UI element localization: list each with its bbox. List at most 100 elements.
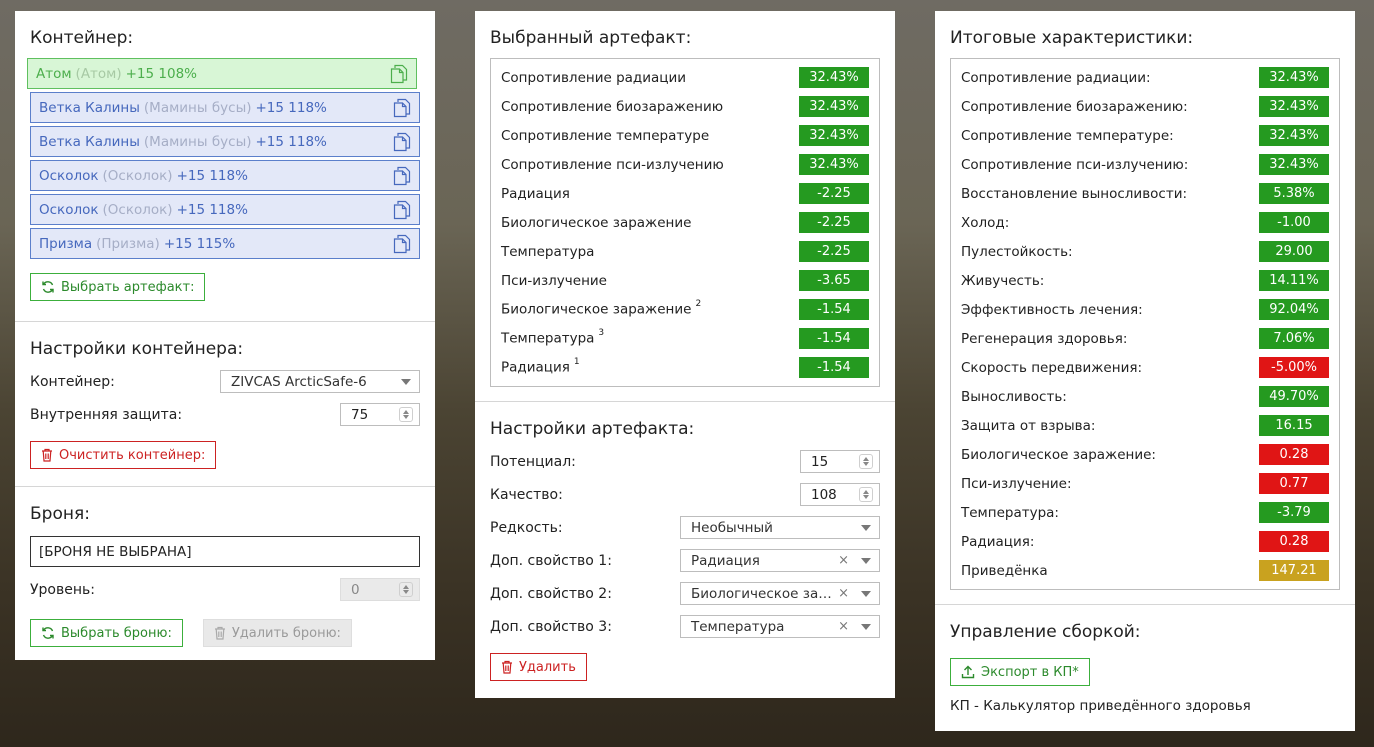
selected-artifact-title: Выбранный артефакт: (490, 28, 692, 48)
stat-value: 0.28 (1259, 531, 1329, 552)
stat-label-text: Сопротивление пси-излучению (501, 156, 724, 173)
container-item[interactable]: Атом (Атом) +15 108% (27, 58, 417, 89)
prop2-value: Биологическое за… (691, 585, 832, 602)
container-type-label: Контейнер: (30, 373, 115, 390)
left-panel: Контейнер: Атом (Атом) +15 108% Ветка Калин… (15, 11, 435, 660)
container-type-row: Контейнер: ZIVCAS ArcticSafe-6 (30, 365, 420, 398)
stat-label: Биологическое заражение 2 (501, 299, 702, 318)
artifact-alt-name: (Осколок) (102, 201, 173, 218)
clear-icon[interactable]: × (838, 586, 849, 601)
potential-label: Потенциал: (490, 453, 576, 470)
delete-artifact-button[interactable]: Удалить (490, 653, 587, 681)
quality-input[interactable]: 108 (800, 483, 880, 506)
stat-label-text: Защита от взрыва: (961, 417, 1096, 434)
copy-icon[interactable] (393, 98, 411, 118)
armor-value: [БРОНЯ НЕ ВЫБРАНА] (39, 543, 192, 560)
rarity-select[interactable]: Необычный (680, 516, 880, 539)
stat-row: Регенерация здоровья: 7.06% (961, 324, 1329, 353)
copy-icon[interactable] (390, 64, 408, 84)
refresh-icon (42, 281, 54, 293)
stat-label-text: Температура (501, 243, 595, 260)
stat-label: Сопротивление биозаражению (501, 99, 723, 115)
artifact-settings-title: Настройки артефакта: (490, 419, 695, 439)
protection-label: Внутренняя защита: (30, 406, 183, 423)
stat-label-text: Скорость передвижения: (961, 359, 1143, 376)
protection-input[interactable]: 75 (340, 403, 420, 426)
artifact-name: Осколок (39, 201, 99, 218)
clear-icon[interactable]: × (838, 553, 849, 568)
container-item[interactable]: Осколок (Осколок) +15 118% (30, 160, 420, 191)
stat-value: 32.43% (799, 125, 869, 146)
stat-label-text: Холод: (961, 214, 1010, 231)
container-item[interactable]: Осколок (Осколок) +15 118% (30, 194, 420, 225)
stat-footnote: 3 (598, 328, 605, 339)
stat-label-text: Пси-излучение (501, 272, 607, 289)
export-button[interactable]: Экспорт в КП* (950, 658, 1090, 686)
artifact-level: +15 118% (255, 133, 327, 150)
stat-label: Приведёнка (961, 563, 1048, 579)
armor-level-label: Уровень: (30, 581, 95, 598)
stat-label-text: Сопротивление температуре: (961, 127, 1174, 144)
stat-label: Сопротивление биозаражению: (961, 99, 1188, 115)
copy-icon[interactable] (393, 166, 411, 186)
stat-footnote: 2 (695, 299, 702, 310)
container-item[interactable]: Ветка Калины (Мамины бусы) +15 118% (30, 92, 420, 123)
clear-icon[interactable]: × (838, 619, 849, 634)
stat-value: 32.43% (799, 96, 869, 117)
stat-label-text: Сопротивление пси-излучению: (961, 156, 1189, 173)
stat-value: 0.28 (1259, 444, 1329, 465)
prop2-select[interactable]: Биологическое за… × (680, 582, 880, 605)
prop3-select[interactable]: Температура × (680, 615, 880, 638)
spinner-icon[interactable] (859, 487, 873, 502)
prop3-row: Доп. свойство 3: Температура × (490, 610, 880, 643)
stat-label-text: Сопротивление радиации: (961, 69, 1151, 86)
stat-value: -1.54 (799, 357, 869, 378)
stat-row: Сопротивление пси-излучению 32.43% (501, 150, 869, 179)
stat-label-text: Биологическое заражение (501, 214, 692, 231)
armor-field[interactable]: [БРОНЯ НЕ ВЫБРАНА] (30, 536, 420, 567)
select-artifact-button[interactable]: Выбрать артефакт: (30, 273, 206, 301)
artifact-settings-section: Настройки артефакта: Потенциал: 15 Качес… (475, 402, 895, 696)
protection-row: Внутренняя защита: 75 (30, 398, 420, 431)
artifact-level: +15 118% (176, 201, 248, 218)
copy-icon[interactable] (393, 200, 411, 220)
spinner-icon[interactable] (859, 454, 873, 469)
chevron-down-icon (861, 624, 871, 630)
copy-icon[interactable] (393, 234, 411, 254)
middle-panel: Выбранный артефакт: Сопротивление радиац… (475, 11, 895, 698)
chevron-down-icon (861, 525, 871, 531)
stat-label: Сопротивление радиации (501, 70, 686, 86)
stat-label: Температура 3 (501, 328, 605, 347)
stat-row: Температура 3 -1.54 (501, 324, 869, 353)
clear-container-label: Очистить контейнер: (59, 447, 206, 463)
stat-label-text: Температура (501, 330, 595, 347)
upload-icon (961, 665, 975, 679)
container-type-select[interactable]: ZIVCAS ArcticSafe-6 (220, 370, 420, 393)
potential-input[interactable]: 15 (800, 450, 880, 473)
artifact-alt-name: (Призма) (96, 235, 160, 252)
copy-icon[interactable] (393, 132, 411, 152)
spinner-icon[interactable] (399, 407, 413, 422)
quality-row: Качество: 108 (490, 478, 880, 511)
stat-value: -1.54 (799, 328, 869, 349)
stat-value: 32.43% (1259, 125, 1329, 146)
armor-title: Броня: (30, 504, 90, 524)
prop1-select[interactable]: Радиация × (680, 549, 880, 572)
stat-value: -3.65 (799, 270, 869, 291)
container-item[interactable]: Ветка Калины (Мамины бусы) +15 118% (30, 126, 420, 157)
stat-label: Радиация 1 (501, 357, 580, 376)
stat-label-text: Сопротивление температуре (501, 127, 710, 144)
stat-value: 32.43% (1259, 154, 1329, 175)
artifact-name: Ветка Калины (39, 133, 140, 150)
clear-container-button[interactable]: Очистить контейнер: (30, 441, 217, 469)
container-item[interactable]: Призма (Призма) +15 115% (30, 228, 420, 259)
stat-label-text: Сопротивление биозаражению: (961, 98, 1188, 115)
container-title: Контейнер: (30, 28, 134, 48)
stat-row: Биологическое заражение: 0.28 (961, 440, 1329, 469)
artifact-alt-name: (Осколок) (102, 167, 173, 184)
stat-value: -3.79 (1259, 502, 1329, 523)
stat-label: Живучесть: (961, 273, 1044, 289)
stat-value: 32.43% (799, 67, 869, 88)
select-armor-button[interactable]: Выбрать броню: (30, 619, 183, 647)
prop1-value: Радиация (691, 552, 760, 569)
